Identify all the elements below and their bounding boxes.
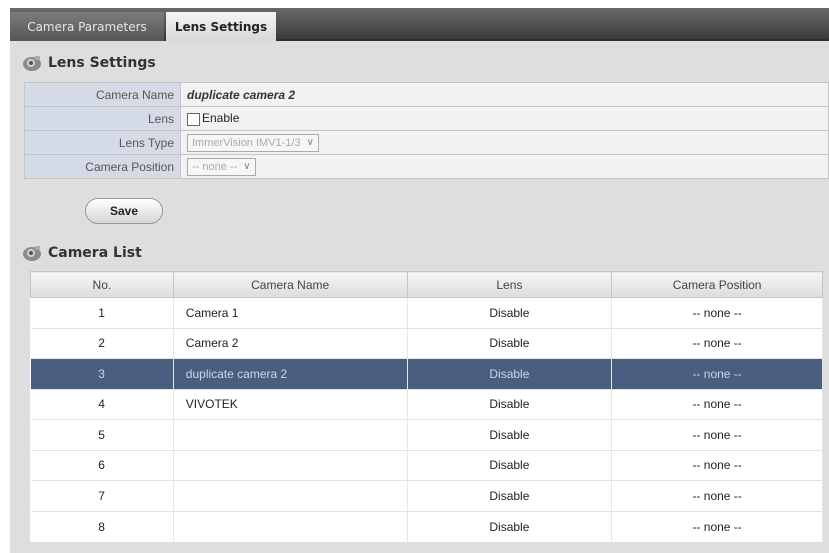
chevron-down-icon: ∨ [243, 161, 251, 172]
row-camera-position: -- none -- [611, 449, 823, 481]
column-header-camera-name[interactable]: Camera Name [172, 271, 408, 298]
table-header-row: No. Camera Name Lens Camera Position [30, 271, 823, 298]
column-header-camera-position[interactable]: Camera Position [611, 271, 823, 298]
table-row[interactable]: 7 Disable -- none -- [30, 480, 823, 511]
lens-type-value: ImmerVision IMV1-1/3 [192, 136, 301, 149]
camera-position-select[interactable]: -- none -- ∨ [187, 157, 256, 176]
row-camera-name: Camera 1 [173, 297, 408, 328]
row-camera-name: duplicate camera 2 [173, 358, 408, 389]
camera-name-value: duplicate camera 2 [187, 87, 296, 102]
row-camera-name: Camera 2 [173, 327, 408, 359]
lens-type-label: Lens Type [24, 130, 181, 155]
row-camera-name [173, 419, 408, 450]
camera-list-title: Camera List [48, 245, 142, 261]
row-camera-position: -- none -- [611, 510, 823, 542]
camera-list-header: Camera List [22, 244, 142, 262]
table-row-selected[interactable]: 3 duplicate camera 2 Disable -- none -- [30, 358, 823, 389]
enable-checkbox[interactable] [187, 112, 200, 126]
camera-name-row: Camera Name duplicate camera 2 [24, 82, 829, 107]
camera-section-icon [23, 246, 41, 261]
row-lens: Disable [407, 510, 613, 542]
camera-list-table: No. Camera Name Lens Camera Position 1 C… [30, 271, 823, 542]
save-button[interactable]: Save [85, 198, 163, 224]
tab-camera-parameters[interactable]: Camera Parameters [10, 12, 164, 41]
row-no: 4 [30, 388, 174, 420]
chevron-down-icon: ∨ [306, 137, 314, 148]
row-no: 3 [30, 358, 174, 389]
camera-position-row: Camera Position -- none -- ∨ [24, 154, 829, 179]
row-camera-position: -- none -- [611, 297, 823, 328]
camera-position-label: Camera Position [24, 154, 181, 179]
row-no: 2 [30, 327, 174, 359]
table-row[interactable]: 1 Camera 1 Disable -- none -- [30, 297, 823, 328]
lens-settings-form: Camera Name duplicate camera 2 Lens Enab… [24, 82, 829, 179]
table-row[interactable]: 4 VIVOTEK Disable -- none -- [30, 388, 823, 420]
camera-position-value: -- none -- [192, 160, 238, 173]
row-camera-name [173, 510, 408, 542]
row-camera-position: -- none -- [611, 327, 823, 359]
row-lens: Disable [407, 297, 613, 328]
table-row[interactable]: 8 Disable -- none -- [30, 510, 823, 542]
lens-type-row: Lens Type ImmerVision IMV1-1/3 ∨ [24, 130, 829, 155]
row-camera-name [173, 480, 408, 511]
row-camera-position: -- none -- [611, 358, 823, 389]
camera-name-label: Camera Name [24, 82, 181, 107]
lens-settings-title: Lens Settings [48, 55, 156, 71]
row-no: 5 [30, 419, 174, 450]
lens-settings-window: Camera Parameters Lens Settings Lens Set… [10, 8, 829, 553]
row-no: 1 [30, 297, 174, 328]
enable-label: Enable [202, 111, 240, 126]
row-lens: Disable [407, 388, 613, 420]
row-lens: Disable [407, 419, 613, 450]
row-lens: Disable [407, 480, 613, 511]
lens-row: Lens Enable [24, 106, 829, 131]
row-no: 7 [30, 480, 174, 511]
row-camera-name [173, 449, 408, 481]
tab-bar: Camera Parameters Lens Settings [10, 8, 829, 41]
column-header-no[interactable]: No. [30, 271, 174, 298]
table-row[interactable]: 2 Camera 2 Disable -- none -- [30, 327, 823, 359]
row-lens: Disable [407, 358, 613, 389]
row-camera-position: -- none -- [611, 419, 823, 450]
row-camera-position: -- none -- [611, 388, 823, 420]
lens-type-select[interactable]: ImmerVision IMV1-1/3 ∨ [187, 133, 319, 152]
row-camera-name: VIVOTEK [173, 388, 408, 420]
table-row[interactable]: 5 Disable -- none -- [30, 419, 823, 450]
column-header-lens[interactable]: Lens [406, 271, 613, 298]
lens-label: Lens [24, 106, 181, 131]
lens-settings-header: Lens Settings [22, 54, 156, 72]
row-no: 8 [30, 510, 174, 542]
row-lens: Disable [407, 449, 613, 481]
tab-lens-settings[interactable]: Lens Settings [166, 12, 276, 41]
camera-section-icon [23, 56, 41, 71]
table-row[interactable]: 6 Disable -- none -- [30, 449, 823, 481]
row-camera-position: -- none -- [611, 480, 823, 511]
row-no: 6 [30, 449, 174, 481]
row-lens: Disable [407, 327, 613, 359]
